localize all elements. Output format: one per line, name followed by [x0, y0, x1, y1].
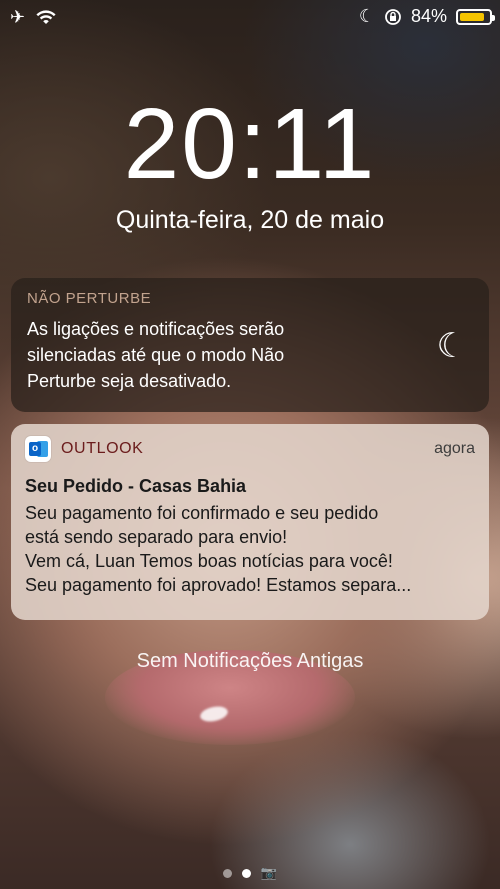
page-dot[interactable] [222, 868, 232, 878]
notification-app-name: OUTLOOK [61, 440, 144, 457]
airplane-icon: ✈ [10, 7, 26, 27]
battery-percent: 84% [410, 6, 447, 26]
notification-header: o OUTLOOK agora [25, 436, 475, 462]
notification-line: Seu pagamento foi aprovado! Estamos sepa… [25, 575, 412, 595]
rotation-lock-icon [385, 8, 401, 25]
moon-icon[interactable]: ☾ [437, 326, 467, 366]
outlook-app-icon: o [25, 436, 51, 462]
notification-line: Vem cá, Luan Temos boas notícias para vo… [25, 551, 393, 571]
wifi-icon [36, 10, 56, 24]
dnd-title: NÃO PERTURBE [27, 290, 152, 307]
dnd-message: As ligações e notificações serão silenci… [27, 319, 285, 391]
battery-icon [456, 8, 495, 25]
lock-time: 20:11 [123, 88, 377, 200]
outlook-notification[interactable]: o OUTLOOK agora Seu Pedido - Casas Bahia… [11, 424, 489, 620]
notification-line: está sendo separado para envio! [25, 527, 288, 547]
no-older-notifications: Sem Notificações Antigas [136, 650, 364, 672]
lock-date: Quinta-feira, 20 de maio [115, 206, 385, 234]
camera-icon[interactable]: 📷 [261, 865, 277, 881]
status-bar: ✈ ☾ 84% [0, 0, 500, 34]
notification-title: Seu Pedido - Casas Bahia [25, 476, 247, 496]
notification-body: Seu pagamento foi confirmado e seu pedid… [25, 501, 475, 597]
notification-line: Seu pagamento foi confirmado e seu pedid… [25, 503, 379, 523]
page-indicator[interactable]: 📷 [0, 865, 500, 881]
notification-time: agora [434, 440, 475, 457]
dnd-banner[interactable]: NÃO PERTURBE As ligações e notificações … [11, 278, 489, 412]
page-dot-active[interactable] [241, 868, 251, 878]
battery-level [460, 12, 484, 21]
moon-icon: ☾ [358, 6, 375, 26]
